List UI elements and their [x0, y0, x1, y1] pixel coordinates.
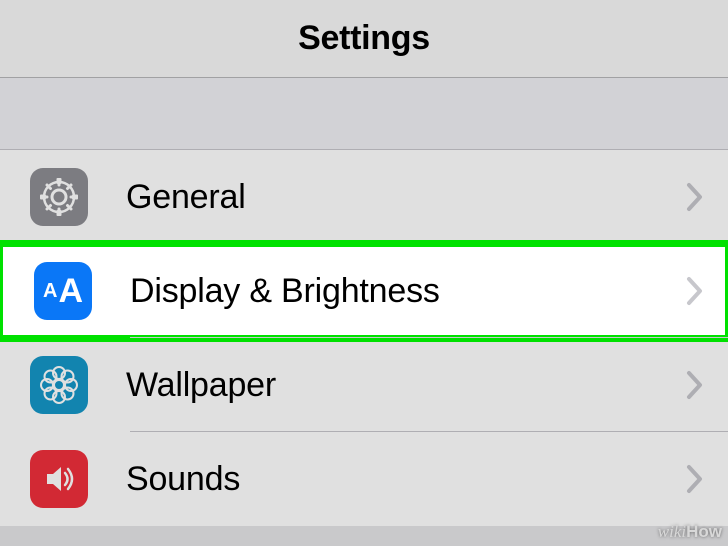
chevron-right-icon: [686, 464, 704, 494]
settings-row-display-brightness[interactable]: AA Display & Brightness: [0, 244, 728, 338]
speaker-icon: [30, 450, 88, 508]
chevron-right-icon: [686, 370, 704, 400]
row-label: Wallpaper: [126, 366, 686, 405]
row-label: Display & Brightness: [130, 272, 686, 311]
flower-icon: [30, 356, 88, 414]
settings-row-wallpaper[interactable]: Wallpaper: [0, 338, 728, 432]
chevron-right-icon: [686, 182, 704, 212]
chevron-right-icon: [686, 276, 704, 306]
settings-row-general[interactable]: General: [0, 150, 728, 244]
watermark: wikiHow: [658, 522, 722, 542]
settings-header: Settings: [0, 0, 728, 78]
settings-row-sounds[interactable]: Sounds: [0, 432, 728, 526]
text-size-icon: AA: [34, 262, 92, 320]
gear-icon: [30, 168, 88, 226]
row-label: Sounds: [126, 460, 686, 499]
section-gap: [0, 78, 728, 150]
page-title: Settings: [298, 19, 430, 58]
row-label: General: [126, 178, 686, 217]
settings-list: General AA Display & Brightness: [0, 150, 728, 526]
